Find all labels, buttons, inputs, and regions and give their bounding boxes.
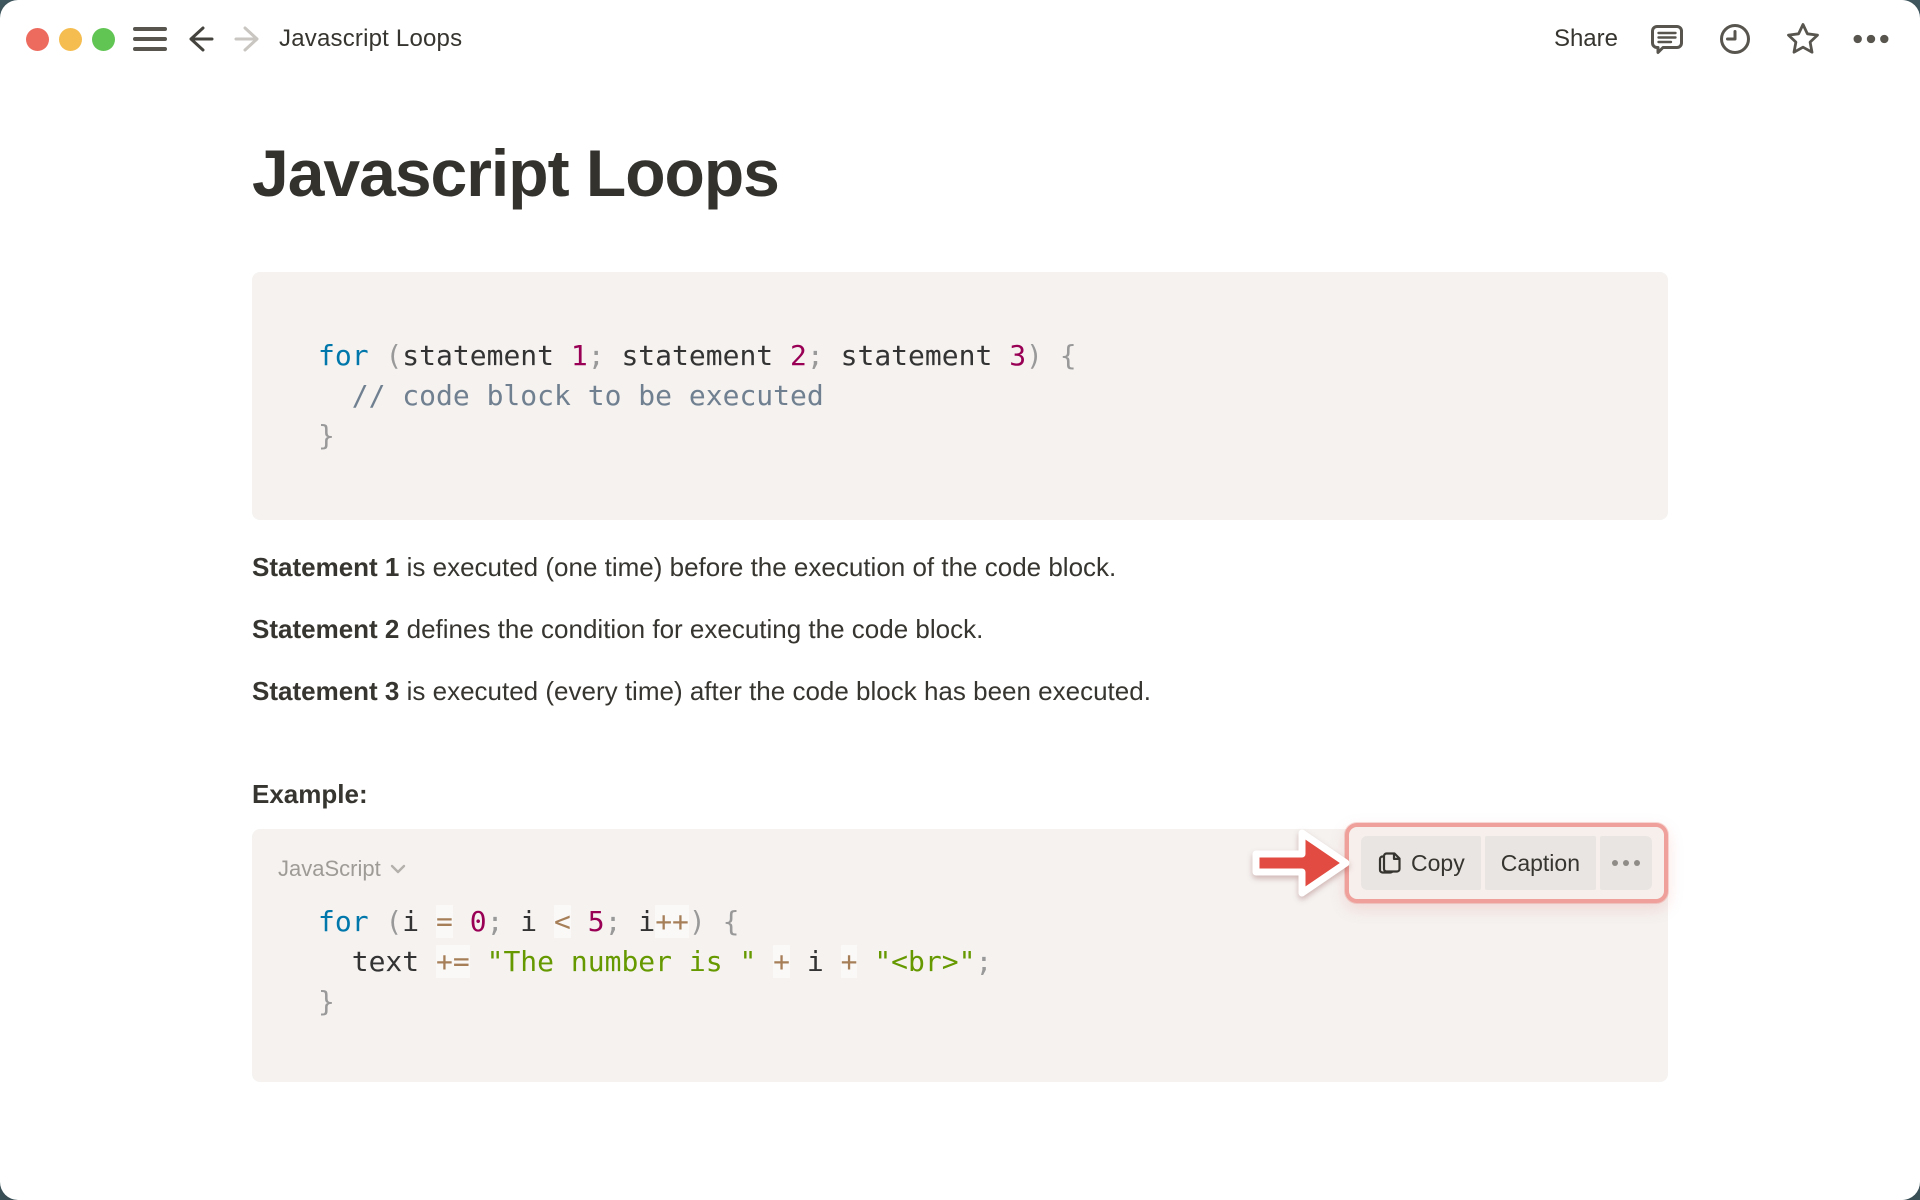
language-selector[interactable]: JavaScript: [278, 849, 406, 889]
chevron-down-icon: [390, 864, 406, 874]
copy-button-label: Copy: [1411, 843, 1465, 883]
favorite-button[interactable]: [1784, 20, 1822, 58]
page-title[interactable]: Javascript Loops: [252, 130, 1668, 216]
comments-button[interactable]: [1648, 20, 1686, 58]
example-code-block[interactable]: JavaScript for (i = 0; i < 5; i++) { tex…: [252, 829, 1668, 1082]
paragraph-text: is executed (one time) before the execut…: [399, 552, 1116, 582]
example-code: for (i = 0; i < 5; i++) { text += "The n…: [318, 902, 1628, 1022]
forward-button[interactable]: [231, 21, 267, 57]
code-toolbar-highlight: Copy Caption: [1345, 823, 1668, 903]
red-arrow-icon: [1249, 824, 1353, 902]
copy-icon: [1377, 850, 1403, 876]
arrow-right-icon: [232, 22, 266, 56]
sidebar-menu-icon[interactable]: [133, 22, 167, 56]
caption-button-label: Caption: [1501, 843, 1580, 883]
topbar: Javascript Loops Share: [0, 0, 1920, 78]
toolbar-annotation: Copy Caption: [1249, 823, 1668, 903]
caption-button[interactable]: Caption: [1485, 836, 1596, 890]
ellipsis-icon: [1852, 32, 1890, 46]
breadcrumb-title[interactable]: Javascript Loops: [279, 25, 462, 53]
paragraph-text: defines the condition for executing the …: [399, 614, 983, 644]
arrow-left-icon: [182, 22, 216, 56]
paragraph-statement-2: Statement 2 defines the condition for ex…: [252, 612, 1668, 646]
more-options-button[interactable]: [1852, 20, 1890, 58]
page-body: Javascript Loops for (statement 1; state…: [252, 130, 1668, 1082]
close-window-button[interactable]: [26, 28, 49, 51]
syntax-code: for (statement 1; statement 2; statement…: [318, 336, 1628, 456]
code-more-button[interactable]: [1600, 836, 1652, 890]
topbar-actions: Share: [1554, 20, 1890, 58]
star-icon: [1784, 20, 1822, 58]
copy-button[interactable]: Copy: [1361, 836, 1481, 890]
paragraph-statement-1: Statement 1 is executed (one time) befor…: [252, 550, 1668, 584]
ellipsis-icon: [1612, 860, 1640, 866]
paragraph-lead: Statement 1: [252, 552, 399, 582]
updates-button[interactable]: [1716, 20, 1754, 58]
paragraph-lead: Statement 3: [252, 676, 399, 706]
language-label: JavaScript: [278, 849, 381, 889]
back-button[interactable]: [181, 21, 217, 57]
minimize-window-button[interactable]: [59, 28, 82, 51]
syntax-code-block[interactable]: for (statement 1; statement 2; statement…: [252, 272, 1668, 520]
app-window: Javascript Loops Share: [0, 0, 1920, 1200]
example-heading: Example:: [252, 777, 1668, 811]
traffic-lights: [26, 28, 115, 51]
clock-icon: [1717, 21, 1753, 57]
paragraph-lead: Statement 2: [252, 614, 399, 644]
comment-bubble-icon: [1649, 21, 1685, 57]
zoom-window-button[interactable]: [92, 28, 115, 51]
paragraph-text: is executed (every time) after the code …: [399, 676, 1151, 706]
share-button[interactable]: Share: [1554, 25, 1618, 53]
paragraph-statement-3: Statement 3 is executed (every time) aft…: [252, 674, 1668, 708]
